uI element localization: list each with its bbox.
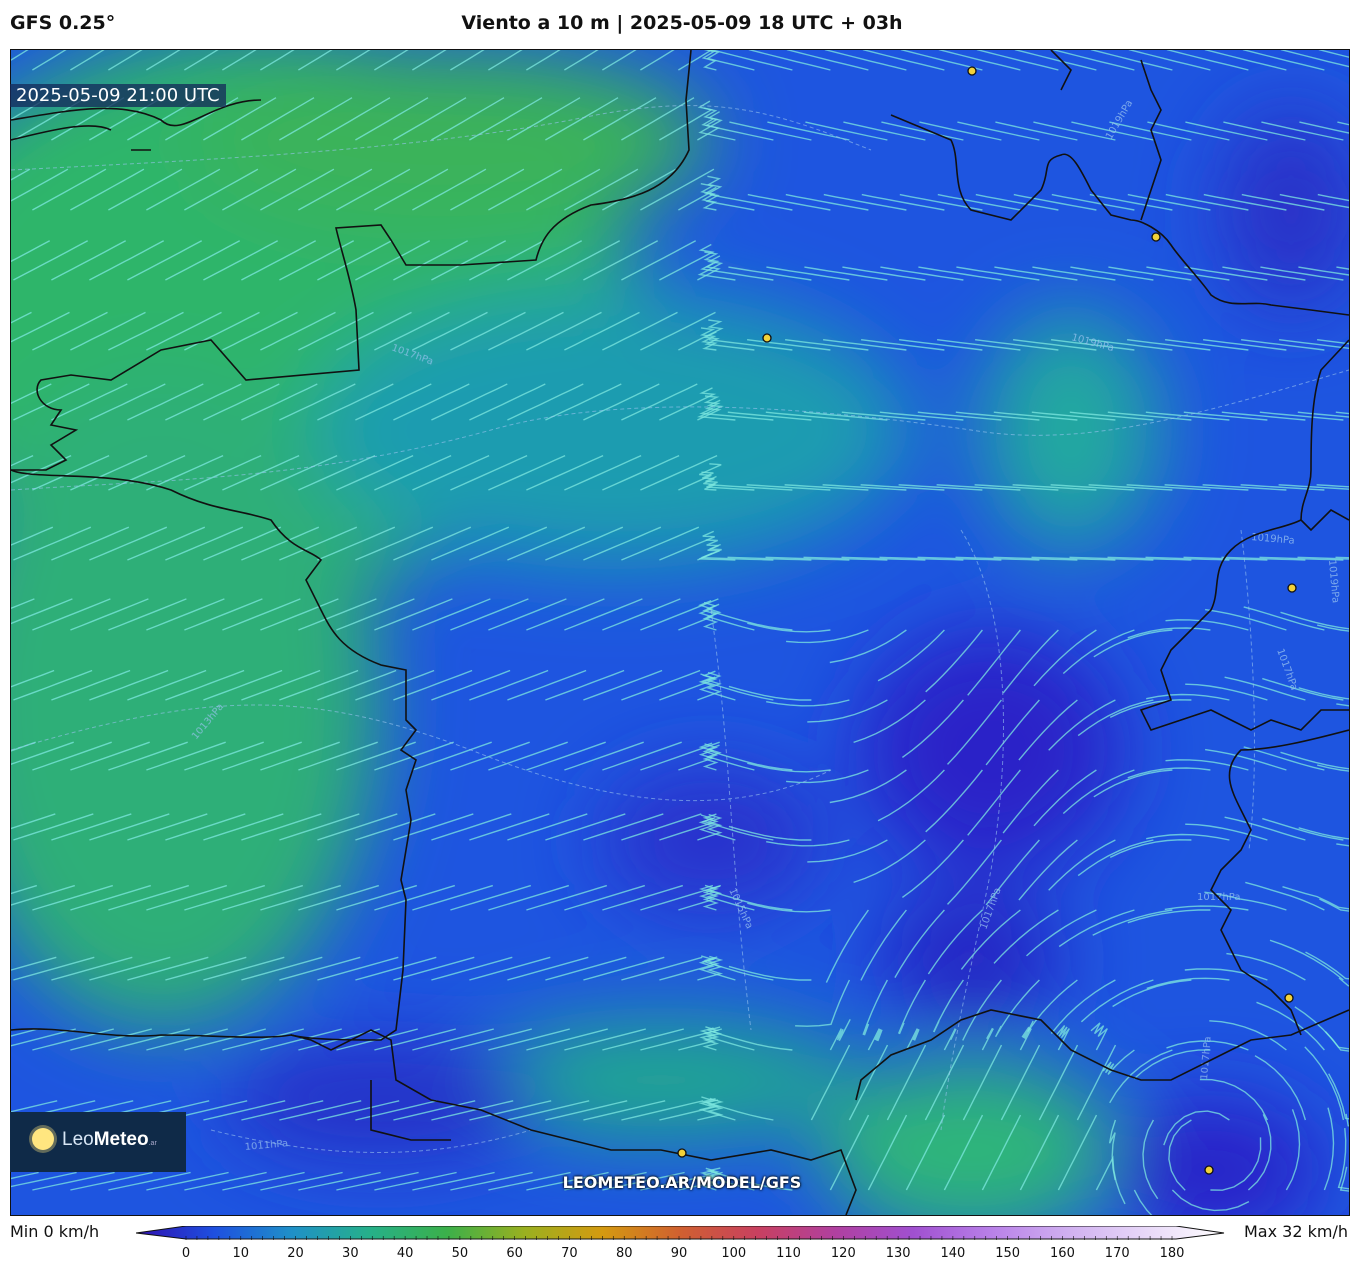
sun-icon: [32, 1128, 54, 1150]
colorbar-body: [136, 1226, 1225, 1240]
colorbar-tick-label: 80: [615, 1246, 633, 1261]
colorbar-max-label: Max 32 km/h: [1244, 1222, 1348, 1241]
wind-field: 1017hPa 1019hPa 1019hPa 1019hPa 1019hPa …: [11, 50, 1349, 1215]
colorbar-tick-label: 170: [1104, 1246, 1130, 1261]
colorbar-tick-label: 110: [776, 1246, 801, 1261]
colorbar-tick-label: 150: [995, 1246, 1021, 1261]
colorbar-tick-label: 10: [232, 1246, 250, 1261]
colorbar-tick-label: 140: [940, 1246, 966, 1261]
colorbar-tick-label: 130: [885, 1246, 911, 1261]
colorbar-tick-label: 40: [396, 1246, 414, 1261]
colorbar-tick-label: 100: [721, 1246, 747, 1261]
site-url[interactable]: LEOMETEO.AR/MODEL/GFS: [0, 1173, 1364, 1192]
city-marker: [1287, 583, 1297, 593]
colorbar-tick-label: 160: [1050, 1246, 1075, 1261]
city-marker: [762, 333, 772, 343]
map-title: Viento a 10 m | 2025-05-09 18 UTC + 03h: [461, 12, 903, 34]
colorbar-tick-label: 50: [451, 1246, 469, 1261]
colorbar-tick-label: 20: [287, 1246, 304, 1261]
valid-time-label: 2025-05-09 21:00 UTC: [10, 84, 226, 107]
wind-map: 1017hPa 1019hPa 1019hPa 1019hPa 1019hPa …: [10, 49, 1350, 1216]
colorbar-tick-label: 60: [506, 1246, 523, 1261]
leometeo-logo: LeoMeteo.ar: [10, 1112, 186, 1172]
colorbar-tick-label: 0: [181, 1246, 191, 1261]
city-marker: [1284, 993, 1294, 1003]
city-marker: [677, 1148, 687, 1158]
colorbar-tick-label: 30: [342, 1246, 359, 1261]
colorbar-min-label: Min 0 km/h: [10, 1222, 100, 1241]
logo-text: LeoMeteo.ar: [62, 1129, 157, 1150]
colorbar-tick-label: 90: [670, 1246, 688, 1261]
colorbar-tick-label: 70: [561, 1246, 578, 1261]
colorbar: [136, 1226, 1225, 1240]
city-marker: [967, 66, 977, 76]
colorbar-tick-label: 180: [1159, 1246, 1185, 1261]
city-marker: [1151, 232, 1161, 242]
colorbar-tick-label: 120: [830, 1246, 856, 1261]
